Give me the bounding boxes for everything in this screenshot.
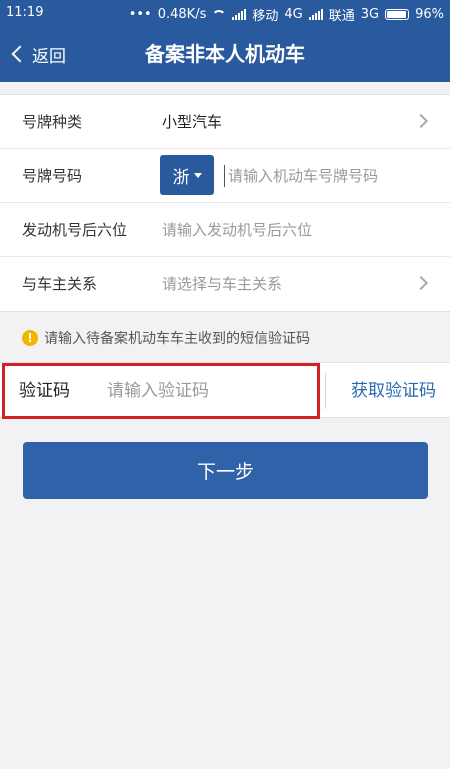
plate-number-input[interactable]: 请输入机动车号牌号码	[228, 149, 378, 203]
engine-label: 发动机号后六位	[22, 221, 128, 239]
status-bar: 11:19 ••• 0.48K/s 移动 4G 联通 3G 96%	[0, 0, 450, 26]
signal-icon-2	[308, 9, 323, 20]
text-cursor	[224, 165, 225, 187]
warning-icon: !	[22, 330, 38, 346]
province-select[interactable]: 浙	[160, 155, 214, 195]
next-button[interactable]: 下一步	[23, 442, 428, 499]
wifi-icon	[212, 9, 227, 20]
engine-input[interactable]: 请输入发动机号后六位	[162, 203, 312, 257]
notice-text: 请输入待备案机动车车主收到的短信验证码	[44, 331, 310, 347]
chevron-left-icon	[11, 45, 29, 63]
divider	[325, 373, 326, 409]
status-time: 11:19	[6, 5, 44, 20]
network-type-1: 4G	[284, 7, 303, 22]
plate-number-label: 号牌号码	[22, 167, 83, 185]
carrier-1: 移动	[252, 9, 279, 24]
page-title: 备案非本人机动车	[145, 42, 305, 66]
status-right: ••• 0.48K/s 移动 4G 联通 3G 96%	[129, 5, 444, 24]
chevron-right-icon	[413, 113, 429, 129]
vehicle-form: 号牌种类 小型汽车 号牌号码 浙 请输入机动车号牌号码 发动机号后六位 请输入发…	[0, 94, 450, 312]
sms-notice: ! 请输入待备案机动车车主收到的短信验证码	[0, 316, 450, 360]
verification-input[interactable]: 请输入验证码	[107, 366, 209, 416]
relation-row[interactable]: 与车主关系 请选择与车主关系	[0, 257, 450, 311]
plate-number-row: 号牌号码 浙 请输入机动车号牌号码	[0, 149, 450, 203]
verification-row: 验证码 请输入验证码 获取验证码	[0, 362, 450, 419]
get-code-button[interactable]: 获取验证码	[351, 363, 436, 419]
verification-highlight: 验证码 请输入验证码	[2, 363, 320, 419]
carrier-2: 联通	[328, 9, 355, 24]
plate-type-row[interactable]: 号牌种类 小型汽车	[0, 95, 450, 149]
chevron-right-icon	[413, 275, 429, 291]
signal-icon-1	[232, 9, 247, 20]
battery-level: 96%	[415, 7, 444, 22]
plate-type-value: 小型汽车	[162, 113, 223, 131]
relation-label: 与车主关系	[22, 275, 98, 293]
network-speed: 0.48K/s	[157, 7, 207, 22]
engine-row: 发动机号后六位 请输入发动机号后六位	[0, 203, 450, 257]
plate-type-label: 号牌种类	[22, 113, 83, 131]
province-value: 浙	[172, 167, 190, 188]
status-dots: •••	[128, 7, 152, 22]
back-button[interactable]: 返回	[10, 26, 66, 82]
relation-select: 请选择与车主关系	[162, 275, 283, 293]
verification-label: 验证码	[19, 381, 70, 401]
caret-down-icon	[193, 172, 202, 178]
network-type-2: 3G	[360, 7, 380, 22]
battery-icon	[385, 9, 410, 20]
back-label: 返回	[32, 46, 66, 67]
nav-bar: 备案非本人机动车 返回	[0, 26, 450, 82]
